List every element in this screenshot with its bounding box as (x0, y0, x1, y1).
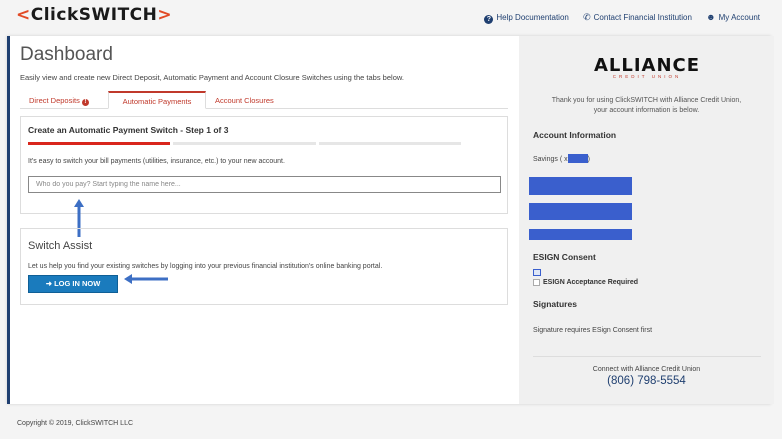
autopay-step-title: Create an Automatic Payment Switch - Ste… (28, 125, 229, 135)
progress-step-3 (319, 142, 461, 145)
progress-step-2 (173, 142, 316, 145)
redacted-block-3 (529, 229, 632, 240)
autopay-panel: Create an Automatic Payment Switch - Ste… (20, 116, 508, 214)
savings-account: Savings ( x) (533, 154, 590, 163)
help-icon: ? (484, 15, 494, 24)
document-icon[interactable] (533, 269, 541, 276)
annotation-arrow-left (124, 274, 168, 284)
switch-tabs: Direct Deposits! Automatic Payments Acco… (20, 91, 508, 109)
account-info-title: Account Information (533, 130, 617, 140)
login-icon: ➜ (45, 279, 55, 288)
esign-consent-title: ESIGN Consent (533, 252, 596, 262)
esign-acceptance-label: ESIGN Acceptance Required (543, 279, 639, 286)
switch-assist-title: Switch Assist (28, 240, 93, 252)
payee-search-input[interactable] (28, 176, 501, 193)
main-content: Dashboard Easily view and create new Dir… (10, 36, 518, 404)
alert-badge: ! (81, 99, 89, 106)
header-links: ? Help Documentation ✆ Contact Financial I… (472, 12, 760, 24)
top-bar: <ClickSWITCH> ? Help Documentation ✆ Conta… (0, 0, 782, 34)
phone-number[interactable]: (806) 798-5554 (519, 375, 774, 387)
log-in-now-button[interactable]: ➜ LOG IN NOW (28, 275, 118, 293)
autopay-description: It's easy to switch your bill payments (… (28, 158, 285, 165)
redacted-account-number (567, 154, 588, 163)
thanks-message: Thank you for using ClickSWITCH with All… (551, 97, 742, 114)
connect-label: Connect with Alliance Credit Union (592, 366, 701, 373)
phone-icon: ✆ (583, 12, 591, 22)
help-documentation-link[interactable]: ? Help Documentation (484, 13, 569, 24)
page-title: Dashboard (20, 44, 113, 65)
switch-assist-panel: Switch Assist Let us help you find your … (20, 228, 508, 305)
alliance-logo: ALLIANCE CREDIT UNION (593, 55, 701, 79)
tab-automatic-payments[interactable]: Automatic Payments (108, 91, 206, 109)
contact-institution-link[interactable]: ✆ Contact Financial Institution (583, 12, 692, 22)
account-sidebar: ALLIANCE CREDIT UNION Thank you for usin… (519, 36, 774, 404)
signature-requirement: Signature requires ESign Consent first (533, 327, 653, 334)
progress-step-1 (28, 142, 170, 145)
footer-copyright: Copyright © 2019, ClickSWITCH LLC (17, 420, 134, 427)
dashboard-card: Dashboard Easily view and create new Dir… (7, 36, 774, 404)
tab-direct-deposits[interactable]: Direct Deposits! (29, 91, 89, 109)
signatures-title: Signatures (533, 299, 577, 309)
my-account-link[interactable]: ☻ My Account (706, 12, 760, 22)
user-icon: ☻ (706, 12, 716, 22)
tab-account-closures[interactable]: Account Closures (215, 91, 274, 109)
switch-assist-description: Let us help you find your existing switc… (28, 263, 383, 270)
esign-checkbox[interactable] (533, 279, 540, 286)
clickswitch-logo[interactable]: <ClickSWITCH> (16, 5, 172, 25)
redacted-block-2 (529, 203, 632, 220)
page-subtitle: Easily view and create new Direct Deposi… (20, 73, 404, 82)
redacted-block-1 (529, 177, 632, 195)
sidebar-divider (533, 356, 761, 357)
